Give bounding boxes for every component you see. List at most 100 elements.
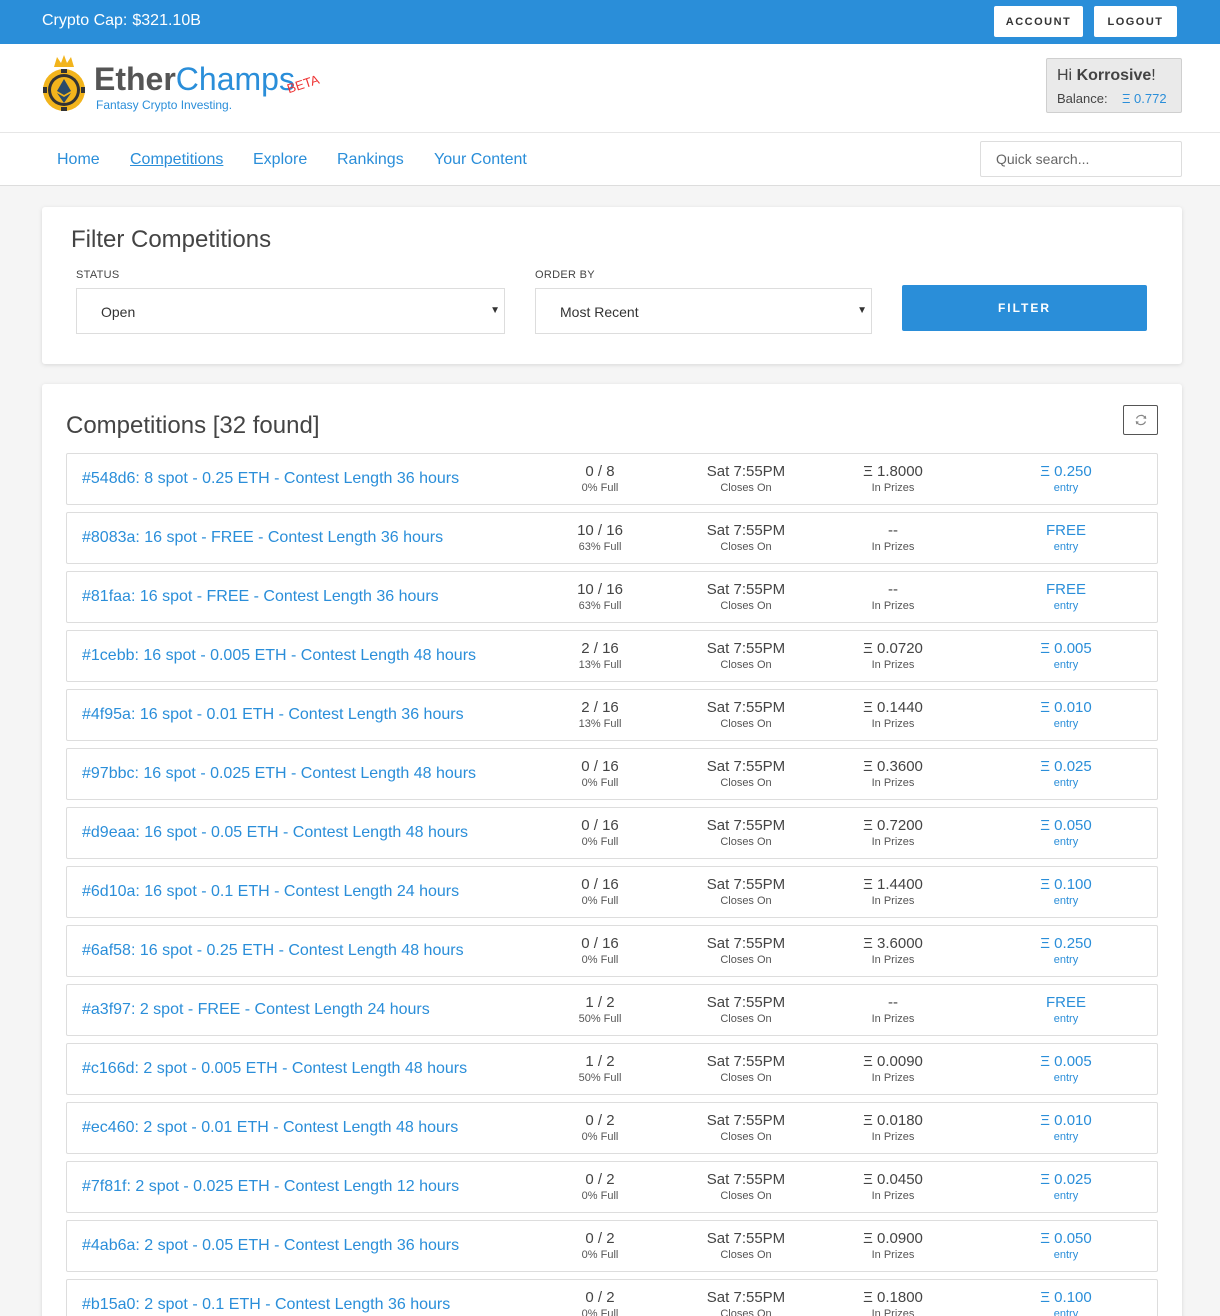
- entry-label[interactable]: entry: [991, 599, 1141, 613]
- entry-cell[interactable]: Ξ 0.050 entry: [991, 808, 1141, 849]
- competition-title-link[interactable]: #d9eaa: 16 spot - 0.05 ETH - Contest Len…: [82, 824, 468, 842]
- competition-title-link[interactable]: #548d6: 8 spot - 0.25 ETH - Contest Leng…: [82, 470, 459, 488]
- spots-count: 0 / 2: [585, 1112, 615, 1129]
- nav-your-content[interactable]: Your Content: [434, 151, 527, 169]
- entry-cell[interactable]: Ξ 0.025 entry: [991, 749, 1141, 790]
- competition-row[interactable]: #4f95a: 16 spot - 0.01 ETH - Contest Len…: [66, 689, 1158, 741]
- competition-row[interactable]: #6af58: 16 spot - 0.25 ETH - Contest Len…: [66, 925, 1158, 977]
- entry-label[interactable]: entry: [991, 776, 1141, 790]
- competition-row[interactable]: #97bbc: 16 spot - 0.025 ETH - Contest Le…: [66, 748, 1158, 800]
- competition-title-link[interactable]: #4f95a: 16 spot - 0.01 ETH - Contest Len…: [82, 706, 464, 724]
- entry-label[interactable]: entry: [991, 1071, 1141, 1085]
- entry-cell[interactable]: Ξ 0.100 entry: [991, 867, 1141, 908]
- status-select[interactable]: Open ▼: [76, 288, 505, 334]
- entry-cell[interactable]: Ξ 0.025 entry: [991, 1162, 1141, 1203]
- competition-row[interactable]: #ec460: 2 spot - 0.01 ETH - Contest Leng…: [66, 1102, 1158, 1154]
- competition-row[interactable]: #81faa: 16 spot - FREE - Contest Length …: [66, 571, 1158, 623]
- entry-label[interactable]: entry: [991, 658, 1141, 672]
- nav-home[interactable]: Home: [57, 151, 100, 169]
- order-by-select[interactable]: Most Recent ▼: [535, 288, 872, 334]
- logout-button[interactable]: LOGOUT: [1094, 6, 1177, 37]
- entry-fee[interactable]: Ξ 0.025: [991, 1171, 1141, 1188]
- quick-search-input[interactable]: [980, 141, 1182, 177]
- competition-row[interactable]: #a3f97: 2 spot - FREE - Contest Length 2…: [66, 984, 1158, 1036]
- entry-label[interactable]: entry: [991, 835, 1141, 849]
- full-percent: 63% Full: [578, 600, 622, 612]
- entry-label[interactable]: entry: [991, 1189, 1141, 1203]
- competition-row[interactable]: #6d10a: 16 spot - 0.1 ETH - Contest Leng…: [66, 866, 1158, 918]
- entry-label[interactable]: entry: [991, 953, 1141, 967]
- prize-label: In Prizes: [871, 1190, 915, 1202]
- competition-row[interactable]: #c166d: 2 spot - 0.005 ETH - Contest Len…: [66, 1043, 1158, 1095]
- entry-fee[interactable]: Ξ 0.010: [991, 1112, 1141, 1129]
- nav-explore[interactable]: Explore: [253, 151, 307, 169]
- entry-fee[interactable]: Ξ 0.025: [991, 758, 1141, 775]
- prize-label: In Prizes: [871, 1131, 915, 1143]
- competition-row[interactable]: #d9eaa: 16 spot - 0.05 ETH - Contest Len…: [66, 807, 1158, 859]
- entry-label[interactable]: entry: [991, 1130, 1141, 1144]
- entry-label[interactable]: entry: [991, 717, 1141, 731]
- entry-cell[interactable]: FREE entry: [991, 513, 1141, 554]
- entry-fee[interactable]: Ξ 0.100: [991, 876, 1141, 893]
- entry-cell[interactable]: Ξ 0.250 entry: [991, 926, 1141, 967]
- entry-label[interactable]: entry: [991, 1248, 1141, 1262]
- entry-cell[interactable]: Ξ 0.005 entry: [991, 1044, 1141, 1085]
- competition-row[interactable]: #1cebb: 16 spot - 0.005 ETH - Contest Le…: [66, 630, 1158, 682]
- competition-title-link[interactable]: #8083a: 16 spot - FREE - Contest Length …: [82, 529, 443, 547]
- competition-title-link[interactable]: #b15a0: 2 spot - 0.1 ETH - Contest Lengt…: [82, 1296, 450, 1314]
- entry-fee[interactable]: Ξ 0.005: [991, 640, 1141, 657]
- entry-fee[interactable]: FREE: [991, 581, 1141, 598]
- nav-rankings[interactable]: Rankings: [337, 151, 404, 169]
- competition-title-link[interactable]: #7f81f: 2 spot - 0.025 ETH - Contest Len…: [82, 1178, 459, 1196]
- entry-fee[interactable]: FREE: [991, 522, 1141, 539]
- competition-title-link[interactable]: #a3f97: 2 spot - FREE - Contest Length 2…: [82, 1001, 430, 1019]
- competition-row[interactable]: #b15a0: 2 spot - 0.1 ETH - Contest Lengt…: [66, 1279, 1158, 1316]
- greeting-exclaim: !: [1151, 67, 1156, 84]
- entry-fee[interactable]: Ξ 0.005: [991, 1053, 1141, 1070]
- entry-label[interactable]: entry: [991, 1012, 1141, 1026]
- entry-label[interactable]: entry: [991, 481, 1141, 495]
- greeting-text: Hi: [1057, 67, 1073, 84]
- entry-cell[interactable]: Ξ 0.005 entry: [991, 631, 1141, 672]
- prize-label: In Prizes: [871, 954, 915, 966]
- entry-cell[interactable]: Ξ 0.250 entry: [991, 454, 1141, 495]
- competition-row[interactable]: #8083a: 16 spot - FREE - Contest Length …: [66, 512, 1158, 564]
- competition-row[interactable]: #4ab6a: 2 spot - 0.05 ETH - Contest Leng…: [66, 1220, 1158, 1272]
- full-percent: 13% Full: [578, 659, 622, 671]
- refresh-button[interactable]: [1123, 405, 1158, 435]
- entry-fee[interactable]: Ξ 0.250: [991, 935, 1141, 952]
- logo-icon[interactable]: [41, 53, 87, 113]
- competition-title-link[interactable]: #ec460: 2 spot - 0.01 ETH - Contest Leng…: [82, 1119, 458, 1137]
- competition-row[interactable]: #7f81f: 2 spot - 0.025 ETH - Contest Len…: [66, 1161, 1158, 1213]
- entry-fee[interactable]: Ξ 0.010: [991, 699, 1141, 716]
- entry-cell[interactable]: FREE entry: [991, 985, 1141, 1026]
- entry-fee[interactable]: Ξ 0.100: [991, 1289, 1141, 1306]
- competition-title-link[interactable]: #97bbc: 16 spot - 0.025 ETH - Contest Le…: [82, 765, 476, 783]
- entry-cell[interactable]: Ξ 0.100 entry: [991, 1280, 1141, 1316]
- competition-title-link[interactable]: #6d10a: 16 spot - 0.1 ETH - Contest Leng…: [82, 883, 459, 901]
- closes-time: Sat 7:55PM: [706, 876, 786, 893]
- account-button[interactable]: ACCOUNT: [994, 6, 1083, 37]
- entry-cell[interactable]: FREE entry: [991, 572, 1141, 613]
- nav-competitions[interactable]: Competitions: [130, 151, 223, 169]
- entry-label[interactable]: entry: [991, 1307, 1141, 1316]
- entry-fee[interactable]: Ξ 0.250: [991, 463, 1141, 480]
- competition-title-link[interactable]: #1cebb: 16 spot - 0.005 ETH - Contest Le…: [82, 647, 476, 665]
- logo-wordmark[interactable]: EtherChamps: [94, 61, 295, 98]
- filter-button[interactable]: FILTER: [902, 285, 1147, 331]
- entry-fee[interactable]: FREE: [991, 994, 1141, 1011]
- entry-fee[interactable]: Ξ 0.050: [991, 817, 1141, 834]
- competition-row[interactable]: #548d6: 8 spot - 0.25 ETH - Contest Leng…: [66, 453, 1158, 505]
- entry-label[interactable]: entry: [991, 540, 1141, 554]
- competition-title-link[interactable]: #81faa: 16 spot - FREE - Contest Length …: [82, 588, 439, 606]
- competition-title-link[interactable]: #4ab6a: 2 spot - 0.05 ETH - Contest Leng…: [82, 1237, 459, 1255]
- competition-title-link[interactable]: #6af58: 16 spot - 0.25 ETH - Contest Len…: [82, 942, 464, 960]
- entry-cell[interactable]: Ξ 0.010 entry: [991, 1103, 1141, 1144]
- entry-cell[interactable]: Ξ 0.050 entry: [991, 1221, 1141, 1262]
- closes-cell: Sat 7:55PM Closes On: [671, 1103, 821, 1144]
- entry-label[interactable]: entry: [991, 894, 1141, 908]
- competition-title-link[interactable]: #c166d: 2 spot - 0.005 ETH - Contest Len…: [82, 1060, 467, 1078]
- balance-value[interactable]: Ξ 0.772: [1122, 91, 1167, 106]
- entry-cell[interactable]: Ξ 0.010 entry: [991, 690, 1141, 731]
- entry-fee[interactable]: Ξ 0.050: [991, 1230, 1141, 1247]
